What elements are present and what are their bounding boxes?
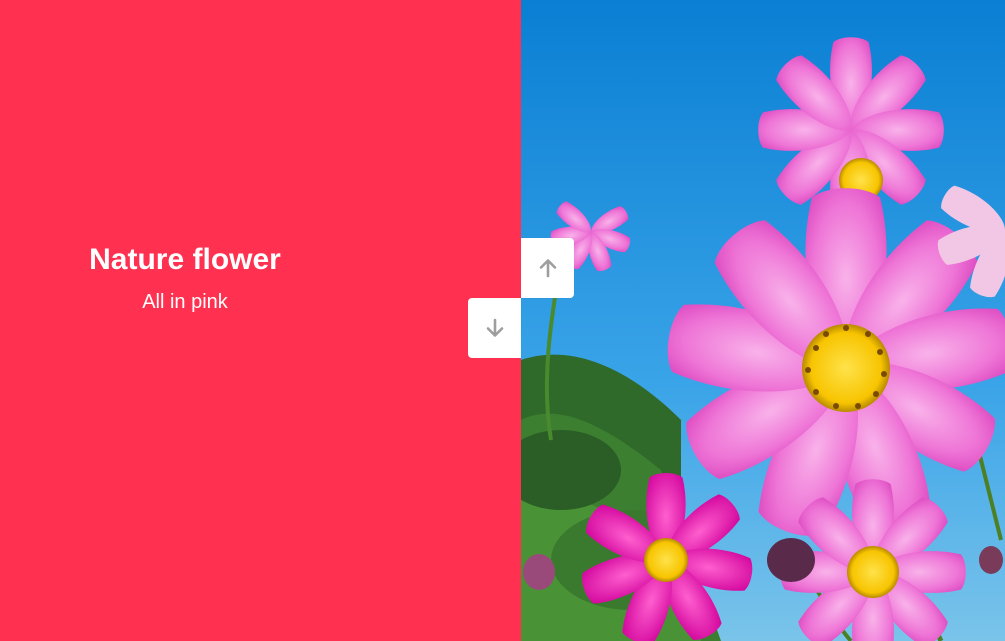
arrow-up-icon: [539, 259, 556, 278]
slider-stage: Nature flower All in pink: [0, 0, 1005, 641]
arrow-down-icon: [486, 318, 503, 337]
slide-caption: Nature flower All in pink: [0, 242, 370, 314]
slide-text-panel: Nature flower All in pink: [0, 0, 521, 641]
slide-title: Nature flower: [89, 243, 281, 276]
slide-subtitle: All in pink: [142, 291, 228, 313]
slide-up-button[interactable]: [521, 238, 574, 298]
slide-down-button[interactable]: [468, 298, 521, 358]
slide-image: [521, 0, 1005, 641]
flower-photo: [521, 0, 1005, 641]
